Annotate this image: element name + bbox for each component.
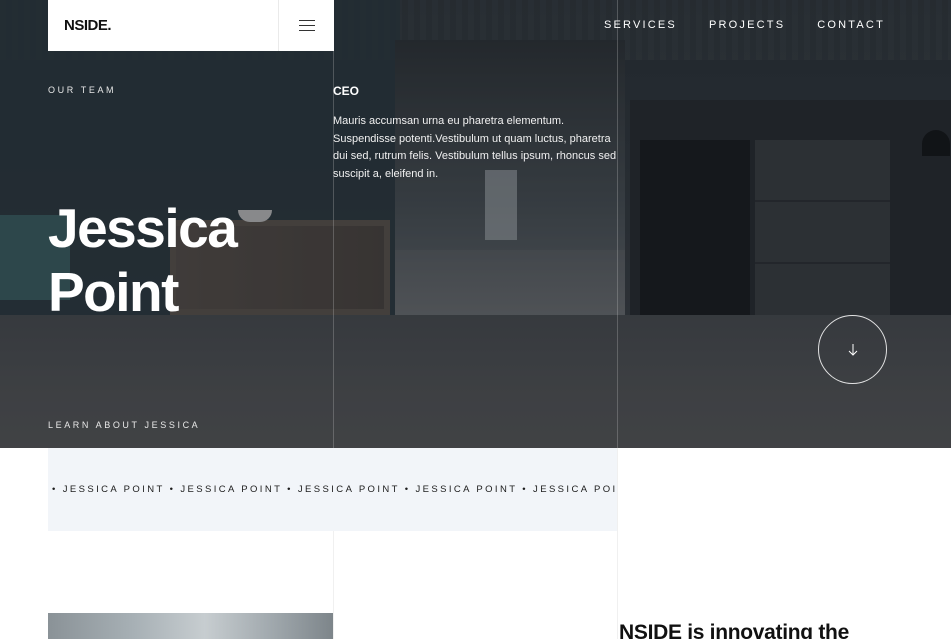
person-last-name: Point <box>48 261 179 323</box>
nav-services[interactable]: SERVICES <box>604 19 677 31</box>
person-name: Jessica Point <box>48 196 238 324</box>
menu-line <box>298 20 315 21</box>
menu-line <box>298 30 315 31</box>
nav-contact[interactable]: CONTACT <box>817 19 885 31</box>
section-eyebrow: OUR TEAM <box>48 85 117 95</box>
arrow-down-icon <box>848 343 857 356</box>
person-first-name: Jessica <box>48 197 238 259</box>
learn-more-link[interactable]: LEARN ABOUT JESSICA <box>48 420 200 430</box>
header-logo-bar: NSIDE. <box>48 0 334 51</box>
ticker-text: • JESSICA POINT • JESSICA POINT • JESSIC… <box>52 484 617 495</box>
menu-line <box>298 25 315 26</box>
grid-line <box>617 0 618 639</box>
name-ticker: • JESSICA POINT • JESSICA POINT • JESSIC… <box>48 448 617 531</box>
hamburger-menu-button[interactable] <box>278 0 334 51</box>
about-heading: NSIDE is innovating the <box>619 621 849 639</box>
team-photo <box>48 613 333 639</box>
main-nav: SERVICES PROJECTS CONTACT <box>604 19 885 31</box>
scroll-down-button[interactable] <box>818 315 887 384</box>
logo[interactable]: NSIDE. <box>64 17 112 34</box>
person-bio: Mauris accumsan urna eu pharetra element… <box>333 115 617 180</box>
person-role: CEO <box>333 84 360 98</box>
nav-projects[interactable]: PROJECTS <box>709 19 785 31</box>
